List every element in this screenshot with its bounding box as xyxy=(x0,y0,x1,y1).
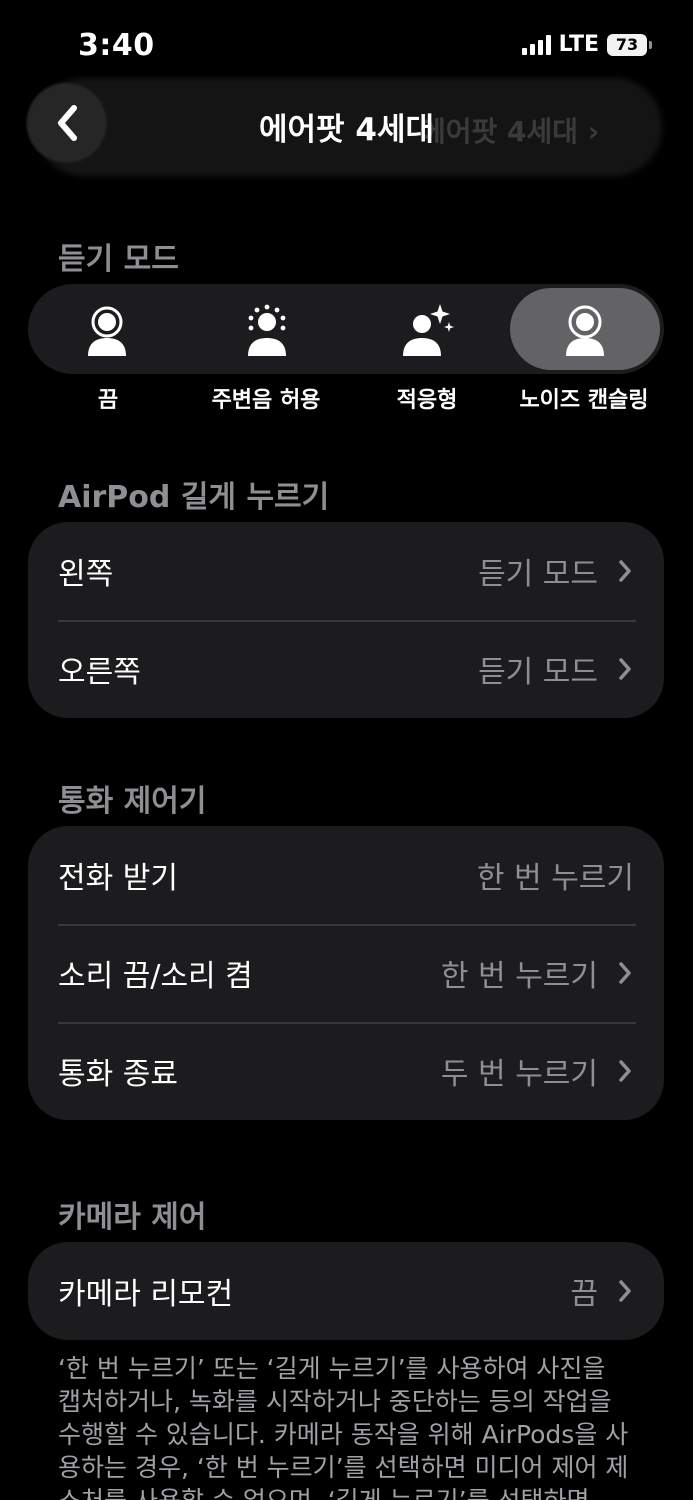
press-hold-header: AirPod 길게 누르기 xyxy=(58,480,330,515)
mode-label-off: 끔 xyxy=(97,388,119,413)
row-label: 왼쪽 xyxy=(58,557,114,592)
cellular-signal-icon xyxy=(521,34,551,55)
camera-remote-row[interactable]: 카메라 리모컨 끔 xyxy=(28,1242,664,1340)
chevron-right-icon xyxy=(619,962,631,984)
mute-unmute-row[interactable]: 소리 끔/소리 켬 한 번 누르기 xyxy=(28,924,664,1022)
chevron-right-icon xyxy=(619,1280,631,1302)
mode-label-adaptive: 적응형 xyxy=(396,388,458,413)
battery-icon: 73 xyxy=(607,33,652,56)
row-label: 소리 끔/소리 켬 xyxy=(58,959,253,994)
transparency-icon[interactable] xyxy=(239,302,295,358)
person-off-icon[interactable] xyxy=(79,302,135,358)
battery-level: 73 xyxy=(615,35,639,54)
row-value: 끔 xyxy=(570,1277,598,1312)
row-value: 듣기 모드 xyxy=(478,655,598,690)
airpods-settings-screen: 3:40 LTE 73 에어팟 4세대 › 에어팟 4세대 듣기 모드 끔 주변… xyxy=(0,0,693,1500)
answer-call-row: 전화 받기 한 번 누르기 xyxy=(28,826,664,924)
press-hold-right-row[interactable]: 오른쪽 듣기 모드 xyxy=(28,620,664,718)
row-label: 오른쪽 xyxy=(58,655,141,690)
mode-label-noise-cancellation: 노이즈 캔슬링 xyxy=(519,388,649,413)
row-value: 듣기 모드 xyxy=(478,557,598,592)
camera-control-note: ‘한 번 누르기’ 또는 ‘길게 누르기’를 사용하여 사진을 캡처하거나, 녹… xyxy=(58,1354,629,1500)
row-label: 카메라 리모컨 xyxy=(58,1277,234,1312)
row-label: 전화 받기 xyxy=(58,861,178,896)
row-value: 두 번 누르기 xyxy=(440,1057,598,1092)
camera-control-header: 카메라 제어 xyxy=(58,1200,207,1235)
camera-control-group: 카메라 리모컨 끔 xyxy=(28,1242,664,1340)
row-label: 통화 종료 xyxy=(58,1057,178,1092)
listening-mode-header: 듣기 모드 xyxy=(58,242,179,277)
chevron-right-icon xyxy=(619,560,631,582)
call-controls-header: 통화 제어기 xyxy=(58,784,207,819)
chevron-right-icon xyxy=(619,1060,631,1082)
mode-label-transparency: 주변음 허용 xyxy=(211,388,321,413)
adaptive-icon[interactable] xyxy=(398,302,454,358)
network-type: LTE xyxy=(558,32,599,57)
page-title: 에어팟 4세대 xyxy=(259,112,434,148)
status-time: 3:40 xyxy=(78,28,155,63)
noise-cancellation-icon[interactable] xyxy=(557,302,613,358)
end-call-row[interactable]: 통화 종료 두 번 누르기 xyxy=(28,1022,664,1120)
press-hold-group: 왼쪽 듣기 모드 오른쪽 듣기 모드 xyxy=(28,522,664,718)
row-value: 한 번 누르기 xyxy=(476,861,634,896)
listening-mode-control[interactable] xyxy=(28,284,664,374)
call-controls-group: 전화 받기 한 번 누르기 소리 끔/소리 켬 한 번 누르기 통화 종료 두 … xyxy=(28,826,664,1120)
press-hold-left-row[interactable]: 왼쪽 듣기 모드 xyxy=(28,522,664,620)
chevron-right-icon xyxy=(619,658,631,680)
status-indicators: LTE 73 xyxy=(521,32,652,57)
row-value: 한 번 누르기 xyxy=(440,959,598,994)
